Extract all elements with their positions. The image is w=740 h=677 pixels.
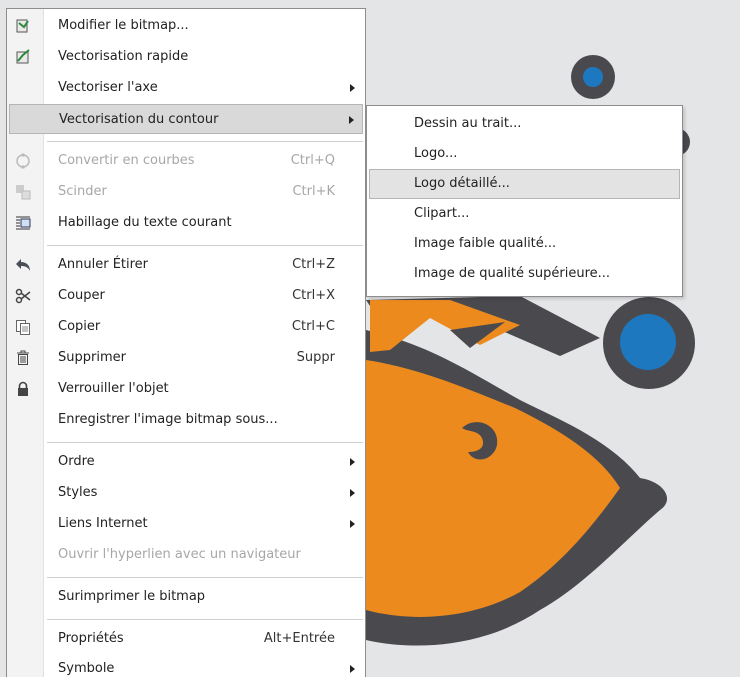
submenu-item-detailed-logo[interactable]: Logo détaillé... bbox=[369, 169, 680, 199]
menu-item-label: Habillage du texte courant bbox=[58, 215, 232, 230]
menu-item-label: Enregistrer l'image bitmap sous... bbox=[58, 412, 278, 427]
submenu-item-label: Image faible qualité... bbox=[414, 236, 557, 251]
menu-item-label: Scinder bbox=[58, 184, 107, 199]
menu-item-label: Liens Internet bbox=[58, 516, 148, 531]
trash-icon bbox=[15, 350, 31, 366]
menu-separator bbox=[47, 141, 363, 142]
submenu-arrow-icon bbox=[350, 489, 355, 497]
menu-item-label: Modifier le bitmap... bbox=[58, 18, 189, 33]
menu-item-delete[interactable]: Supprimer Suppr bbox=[7, 343, 365, 373]
menu-item-label: Convertir en courbes bbox=[58, 153, 195, 168]
menu-separator bbox=[47, 245, 363, 246]
menu-item-label: Vectorisation rapide bbox=[58, 49, 189, 64]
submenu-arrow-icon bbox=[349, 116, 354, 124]
submenu-item-label: Logo... bbox=[414, 146, 458, 161]
menu-item-centerline-trace[interactable]: Vectoriser l'axe bbox=[7, 73, 365, 103]
menu-separator bbox=[47, 577, 363, 578]
submenu-item-low-quality-image[interactable]: Image faible qualité... bbox=[369, 229, 680, 259]
menu-item-outline-trace[interactable]: Vectorisation du contour bbox=[9, 104, 363, 134]
menu-item-shortcut: Ctrl+C bbox=[291, 319, 335, 334]
menu-separator bbox=[47, 619, 363, 620]
submenu-item-label: Image de qualité supérieure... bbox=[414, 266, 611, 281]
menu-item-label: Symbole bbox=[58, 661, 115, 676]
menu-item-shortcut: Ctrl+Q bbox=[290, 153, 335, 168]
menu-item-properties[interactable]: Propriétés Alt+Entrée bbox=[7, 624, 365, 654]
menu-item-symbol[interactable]: Symbole bbox=[7, 654, 365, 677]
menu-item-cut[interactable]: Couper Ctrl+X bbox=[7, 281, 365, 311]
menu-item-label: Copier bbox=[58, 319, 101, 334]
menu-item-shortcut: Ctrl+Z bbox=[292, 257, 335, 272]
copy-icon bbox=[15, 319, 31, 335]
menu-item-lock-object[interactable]: Verrouiller l'objet bbox=[7, 374, 365, 404]
menu-item-label: Verrouiller l'objet bbox=[58, 381, 169, 396]
outline-trace-submenu: Dessin au trait... Logo... Logo détaillé… bbox=[366, 105, 683, 297]
menu-item-styles[interactable]: Styles bbox=[7, 478, 365, 508]
menu-separator bbox=[47, 442, 363, 443]
menu-item-label: Vectorisation du contour bbox=[59, 112, 219, 127]
menu-item-label: Vectoriser l'axe bbox=[58, 80, 158, 95]
menu-item-label: Surimprimer le bitmap bbox=[58, 589, 206, 604]
submenu-arrow-icon bbox=[350, 665, 355, 673]
submenu-item-logo[interactable]: Logo... bbox=[369, 139, 680, 169]
menu-item-open-hyperlink[interactable]: Ouvrir l'hyperlien avec un navigateur bbox=[7, 540, 365, 570]
submenu-item-label: Dessin au trait... bbox=[414, 116, 522, 131]
undo-icon bbox=[15, 257, 31, 273]
menu-item-internet-links[interactable]: Liens Internet bbox=[7, 509, 365, 539]
menu-item-copy[interactable]: Copier Ctrl+C bbox=[7, 312, 365, 342]
submenu-item-high-quality-image[interactable]: Image de qualité supérieure... bbox=[369, 259, 680, 289]
edit-bitmap-icon bbox=[15, 18, 31, 34]
menu-item-convert-curves[interactable]: Convertir en courbes Ctrl+Q bbox=[7, 146, 365, 176]
submenu-item-clipart[interactable]: Clipart... bbox=[369, 199, 680, 229]
large-blue-dot bbox=[603, 297, 695, 389]
submenu-arrow-icon bbox=[350, 520, 355, 528]
submenu-arrow-icon bbox=[350, 84, 355, 92]
menu-item-label: Annuler Étirer bbox=[58, 257, 149, 272]
menu-item-shortcut: Ctrl+X bbox=[292, 288, 335, 303]
menu-item-undo-stretch[interactable]: Annuler Étirer Ctrl+Z bbox=[7, 250, 365, 280]
convert-curves-icon bbox=[15, 153, 31, 169]
menu-item-quick-trace[interactable]: Vectorisation rapide bbox=[7, 42, 365, 72]
menu-item-save-bitmap-as[interactable]: Enregistrer l'image bitmap sous... bbox=[7, 405, 365, 435]
menu-item-label: Ordre bbox=[58, 454, 95, 469]
context-menu: Modifier le bitmap... Vectorisation rapi… bbox=[6, 8, 366, 677]
submenu-item-label: Logo détaillé... bbox=[414, 176, 510, 191]
menu-item-label: Styles bbox=[58, 485, 98, 500]
menu-item-wrap-text[interactable]: Habillage du texte courant bbox=[7, 208, 365, 238]
menu-item-overprint-bitmap[interactable]: Surimprimer le bitmap bbox=[7, 582, 365, 612]
quick-trace-icon bbox=[15, 49, 31, 65]
menu-item-label: Propriétés bbox=[58, 631, 124, 646]
submenu-item-label: Clipart... bbox=[414, 206, 470, 221]
menu-item-label: Couper bbox=[58, 288, 105, 303]
menu-item-break-apart[interactable]: Scinder Ctrl+K bbox=[7, 177, 365, 207]
menu-item-shortcut: Suppr bbox=[296, 350, 335, 365]
submenu-item-line-art[interactable]: Dessin au trait... bbox=[369, 109, 680, 139]
menu-item-label: Ouvrir l'hyperlien avec un navigateur bbox=[58, 547, 301, 562]
menu-item-order[interactable]: Ordre bbox=[7, 447, 365, 477]
menu-item-edit-bitmap[interactable]: Modifier le bitmap... bbox=[7, 11, 365, 41]
menu-item-shortcut: Alt+Entrée bbox=[263, 631, 335, 646]
menu-item-shortcut: Ctrl+K bbox=[292, 184, 335, 199]
small-blue-dot bbox=[571, 55, 615, 99]
wrap-text-icon bbox=[15, 215, 31, 231]
submenu-arrow-icon bbox=[350, 458, 355, 466]
scissors-icon bbox=[15, 288, 31, 304]
lock-icon bbox=[15, 381, 31, 397]
menu-item-label: Supprimer bbox=[58, 350, 126, 365]
break-apart-icon bbox=[15, 184, 31, 200]
